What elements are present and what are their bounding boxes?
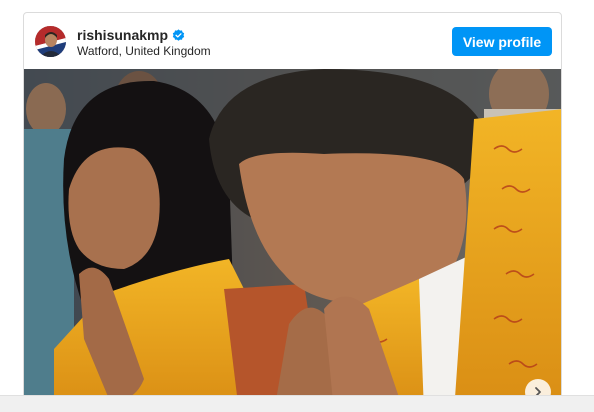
- verified-badge-icon: [172, 28, 185, 41]
- view-profile-button[interactable]: View profile: [452, 27, 552, 56]
- post-photo[interactable]: [24, 69, 561, 410]
- instagram-embed-card: rishisunakmp Watford, United Kingdom Vie…: [23, 12, 562, 411]
- username[interactable]: rishisunakmp: [77, 27, 168, 43]
- username-row: rishisunakmp: [77, 27, 185, 43]
- page-bottom-bar: [0, 395, 594, 412]
- post-header: rishisunakmp Watford, United Kingdom Vie…: [24, 13, 561, 69]
- post-location[interactable]: Watford, United Kingdom: [77, 44, 211, 58]
- post-photo-image: [24, 69, 561, 410]
- avatar-image: [35, 26, 66, 57]
- avatar[interactable]: [35, 26, 66, 57]
